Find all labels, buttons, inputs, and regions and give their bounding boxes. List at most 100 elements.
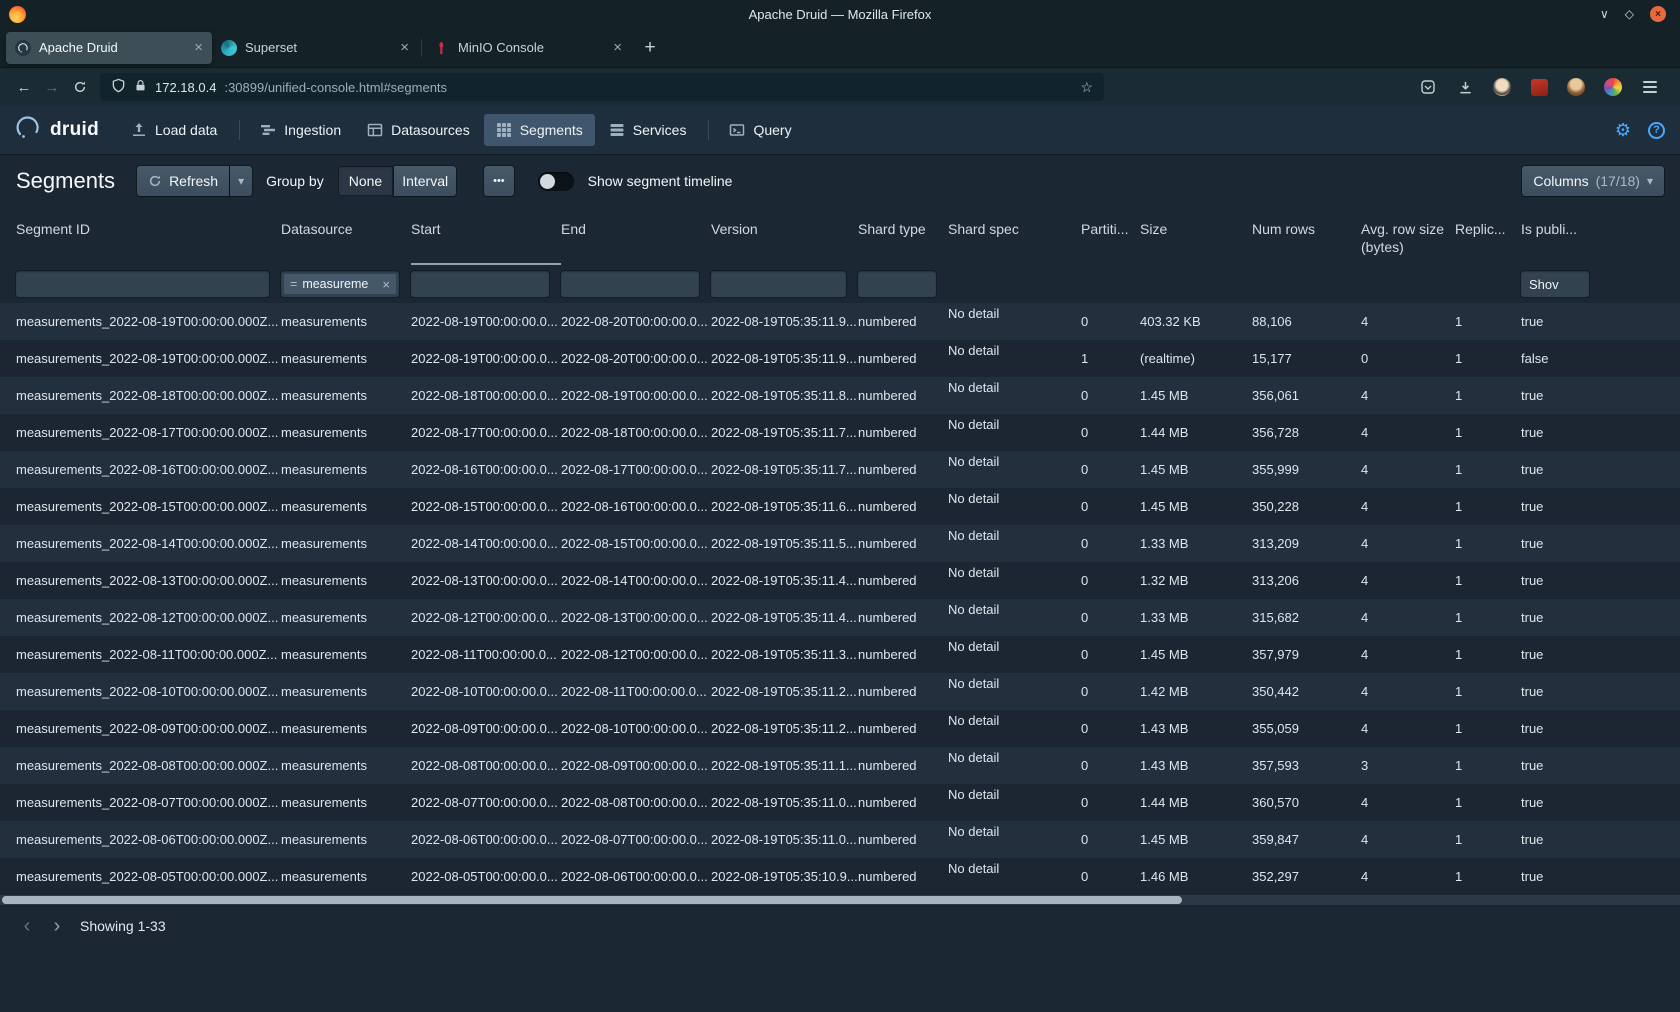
tab-close-icon[interactable]: × [194,39,203,56]
url-bar[interactable]: 172.18.0.4:30899/unified-console.html#se… [100,73,1104,101]
table-row[interactable]: measurements_2022-08-07T00:00:00.000Z...… [0,784,1680,821]
extension-pinwheel-icon[interactable] [1599,73,1627,101]
new-tab-button[interactable]: + [635,33,665,63]
table-row[interactable]: measurements_2022-08-18T00:00:00.000Z...… [0,377,1680,414]
cell-shard-type: numbered [858,673,948,710]
nav-item-ingestion[interactable]: Ingestion [248,114,353,146]
filter-datasource[interactable]: = measureme × [281,271,399,297]
pagination-label: Showing 1-33 [80,918,166,934]
cell-partition: 0 [1081,747,1140,784]
filter-version[interactable] [711,271,846,297]
column-header-version[interactable]: Version [711,208,858,265]
window-minimize-icon[interactable]: ∨ [1600,8,1609,20]
next-page-button[interactable]: › [44,913,70,939]
table-row[interactable]: measurements_2022-08-10T00:00:00.000Z...… [0,673,1680,710]
scrollbar-thumb[interactable] [2,896,1182,904]
column-header-shard-spec[interactable]: Shard spec [948,208,1081,265]
cell-start: 2022-08-08T00:00:00.0... [411,747,561,784]
table-row[interactable]: measurements_2022-08-05T00:00:00.000Z...… [0,858,1680,895]
table-row[interactable]: measurements_2022-08-14T00:00:00.000Z...… [0,525,1680,562]
column-header-replication[interactable]: Replic... [1455,208,1521,265]
tab-apache-druid[interactable]: Apache Druid × [6,32,212,64]
column-header-num-rows[interactable]: Num rows [1252,208,1361,265]
table-row[interactable]: measurements_2022-08-16T00:00:00.000Z...… [0,451,1680,488]
tab-minio-console[interactable]: MinIO Console × [425,32,631,64]
lock-icon[interactable] [134,79,147,95]
cell-start: 2022-08-15T00:00:00.0... [411,488,561,525]
tab-close-icon[interactable]: × [613,39,622,56]
nav-item-query[interactable]: Query [717,114,803,146]
forward-button[interactable]: → [38,73,66,101]
columns-button[interactable]: Columns (17/18) ▾ [1522,166,1664,196]
table-row[interactable]: measurements_2022-08-08T00:00:00.000Z...… [0,747,1680,784]
cell-partition: 0 [1081,821,1140,858]
cell-end: 2022-08-11T00:00:00.0... [561,673,711,710]
filter-end[interactable] [561,271,699,297]
druid-brand[interactable]: druid [15,115,99,146]
table-row[interactable]: measurements_2022-08-12T00:00:00.000Z...… [0,599,1680,636]
column-header-datasource[interactable]: Datasource [281,208,411,265]
pocket-save-icon[interactable] [1414,73,1442,101]
cell-segment-id: measurements_2022-08-08T00:00:00.000Z... [16,747,281,784]
cell-replication: 1 [1455,747,1521,784]
column-header-shard-type[interactable]: Shard type [858,208,948,265]
filter-start[interactable] [411,271,549,297]
menu-icon[interactable] [1636,73,1664,101]
nav-item-services[interactable]: Services [597,114,699,146]
tab-superset[interactable]: Superset × [212,32,418,64]
table-row[interactable]: measurements_2022-08-19T00:00:00.000Z...… [0,340,1680,377]
cell-shard-type: numbered [858,377,948,414]
column-header-segment-id[interactable]: Segment ID [16,208,281,265]
filter-is-published[interactable]: Shov [1521,271,1589,297]
back-button[interactable]: ← [10,73,38,101]
column-header-size[interactable]: Size [1140,208,1252,265]
cell-shard-type: numbered [858,710,948,747]
cell-replication: 1 [1455,562,1521,599]
refresh-button[interactable]: Refresh [137,166,229,196]
group-by-none-button[interactable]: None [338,166,393,196]
reload-button[interactable] [66,73,94,101]
cell-datasource: measurements [281,377,411,414]
tab-close-icon[interactable]: × [400,39,409,56]
window-maximize-icon[interactable]: ◇ [1625,8,1634,20]
remove-filter-icon[interactable]: × [382,277,390,292]
table-row[interactable]: measurements_2022-08-11T00:00:00.000Z...… [0,636,1680,673]
settings-gear-icon[interactable]: ⚙ [1615,121,1631,139]
cell-replication: 1 [1455,821,1521,858]
ublock-icon[interactable] [1525,73,1553,101]
nav-item-segments[interactable]: Segments [484,114,595,146]
window-close-icon[interactable]: × [1650,6,1666,22]
group-by-interval-button[interactable]: Interval [394,166,456,196]
tracking-shield-icon[interactable] [111,78,126,96]
nav-separator [708,120,709,140]
cell-start: 2022-08-12T00:00:00.0... [411,599,561,636]
nav-item-load-data[interactable]: Load data [119,114,229,146]
column-header-is-published[interactable]: Is publi... [1521,208,1601,265]
cell-shard-type: numbered [858,858,948,895]
cell-datasource: measurements [281,488,411,525]
table-row[interactable]: measurements_2022-08-09T00:00:00.000Z...… [0,710,1680,747]
table-row[interactable]: measurements_2022-08-06T00:00:00.000Z...… [0,821,1680,858]
segment-timeline-toggle[interactable] [538,172,574,191]
refresh-interval-dropdown[interactable]: ▾ [230,166,252,196]
table-row[interactable]: measurements_2022-08-15T00:00:00.000Z...… [0,488,1680,525]
filter-segment-id[interactable] [16,271,269,297]
column-header-avg-row-size[interactable]: Avg. row size (bytes) [1361,208,1455,265]
profile-avatar[interactable] [1562,73,1590,101]
account-icon[interactable] [1488,73,1516,101]
column-header-partition[interactable]: Partiti... [1081,208,1140,265]
cell-version: 2022-08-19T05:35:11.9... [711,303,858,340]
table-row[interactable]: measurements_2022-08-13T00:00:00.000Z...… [0,562,1680,599]
bookmark-star-icon[interactable]: ☆ [1080,79,1093,96]
column-header-end[interactable]: End [561,208,711,265]
previous-page-button[interactable]: ‹ [14,913,40,939]
downloads-icon[interactable] [1451,73,1479,101]
more-options-button[interactable]: ••• [484,166,514,196]
table-row[interactable]: measurements_2022-08-17T00:00:00.000Z...… [0,414,1680,451]
segment-timeline-label: Show segment timeline [588,173,733,189]
table-row[interactable]: measurements_2022-08-19T00:00:00.000Z...… [0,303,1680,340]
column-header-start[interactable]: Start [411,208,561,265]
filter-shard-type[interactable] [858,271,936,297]
nav-item-datasources[interactable]: Datasources [355,114,482,146]
help-icon[interactable]: ? [1648,122,1665,139]
